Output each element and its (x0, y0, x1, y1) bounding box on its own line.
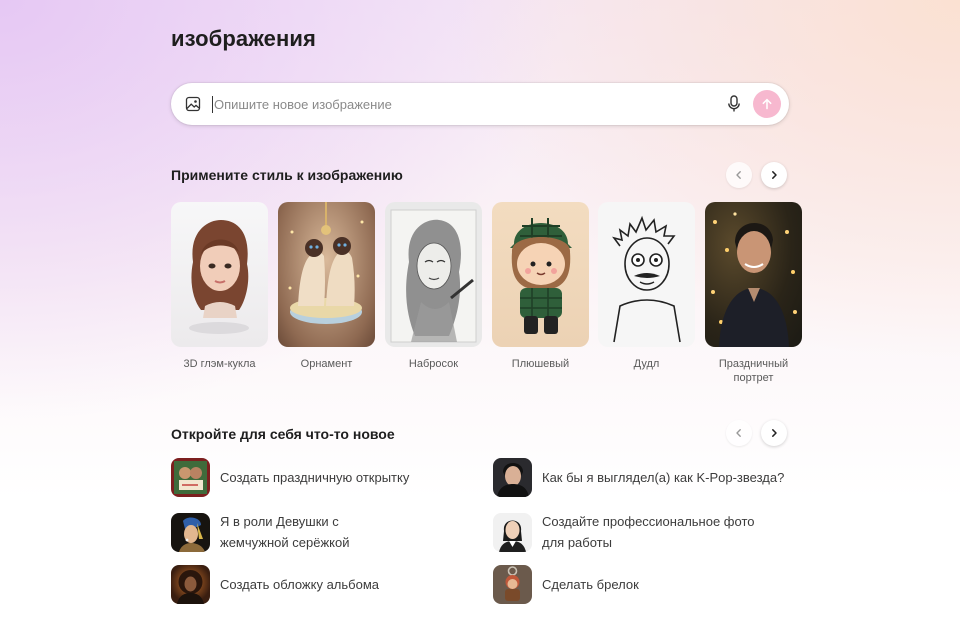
discover-label: Я в роли Девушки с жемчужной серёжкой (220, 514, 350, 550)
discover-item-professional-photo[interactable]: Создайте профессиональное фото для работ… (493, 511, 762, 553)
style-label: Набросок (408, 358, 459, 370)
microphone-icon[interactable] (727, 95, 741, 113)
discover-label: Сделать брелок (542, 577, 639, 592)
chevron-right-icon (772, 429, 777, 437)
discover-thumbnail (171, 512, 210, 552)
discover-item-kpop[interactable]: Как бы я выглядел(а) как K-Pop-звезда? (493, 458, 784, 497)
discover-item-keychain[interactable]: Сделать брелок (493, 565, 639, 604)
style-card-3d-doll[interactable]: 3D глэм-кукла (171, 202, 268, 371)
style-thumbnail (705, 202, 802, 347)
discover-item-album-cover[interactable]: Создать обложку альбома (171, 565, 379, 604)
discover-prev-button[interactable] (726, 420, 752, 446)
styles-prev-button[interactable] (726, 162, 752, 188)
prompt-bar[interactable] (171, 83, 789, 125)
discover-item-pearl-earring[interactable]: Я в роли Девушки с жемчужной серёжкой (171, 511, 390, 553)
discover-thumbnail (171, 565, 210, 604)
chevron-left-icon (736, 429, 741, 437)
page-title: изображения (171, 26, 316, 51)
discover-thumbnail (171, 458, 210, 497)
chevron-right-icon (772, 171, 777, 179)
discover-label: Создайте профессиональное фото для работ… (542, 514, 755, 550)
discover-section-title: Откройте для себя что-то новое (171, 426, 395, 442)
send-button[interactable] (753, 90, 781, 118)
style-thumbnail (385, 202, 482, 347)
image-icon[interactable] (185, 96, 201, 112)
style-carousel: 3D глэм-кукла Орнамент Набросок Плюшевый… (171, 202, 811, 402)
style-card-holiday-portrait[interactable]: Праздничный портрет (705, 202, 802, 385)
style-thumbnail (171, 202, 268, 347)
style-thumbnail (278, 202, 375, 347)
style-label: Плюшевый (511, 358, 570, 370)
style-label: Праздничный портрет (718, 358, 789, 384)
style-thumbnail (492, 202, 589, 347)
style-label: Дудл (633, 358, 660, 370)
style-card-ornament[interactable]: Орнамент (278, 202, 375, 371)
discover-list: Создать праздничную открытку Как бы я вы… (171, 456, 791, 606)
style-label: Орнамент (300, 358, 353, 370)
discover-thumbnail (493, 512, 532, 552)
discover-label: Как бы я выглядел(а) как K-Pop-звезда? (542, 470, 785, 485)
style-card-plush[interactable]: Плюшевый (492, 202, 589, 371)
style-thumbnail (598, 202, 695, 347)
discover-thumbnail (493, 458, 532, 497)
prompt-input[interactable] (214, 93, 714, 115)
style-label: 3D глэм-кукла (183, 358, 256, 370)
style-card-sketch[interactable]: Набросок (385, 202, 482, 371)
style-card-doodle[interactable]: Дудл (598, 202, 695, 371)
discover-item-holiday-card[interactable]: Создать праздничную открытку (171, 458, 409, 497)
styles-next-button[interactable] (761, 162, 787, 188)
discover-thumbnail (493, 565, 532, 604)
discover-next-button[interactable] (761, 420, 787, 446)
styles-section-title: Примените стиль к изображению (171, 167, 403, 183)
chevron-left-icon (736, 171, 741, 179)
text-caret (212, 96, 213, 113)
discover-label: Создать обложку альбома (220, 577, 379, 592)
arrow-up-icon (762, 98, 772, 110)
discover-label: Создать праздничную открытку (220, 470, 410, 485)
